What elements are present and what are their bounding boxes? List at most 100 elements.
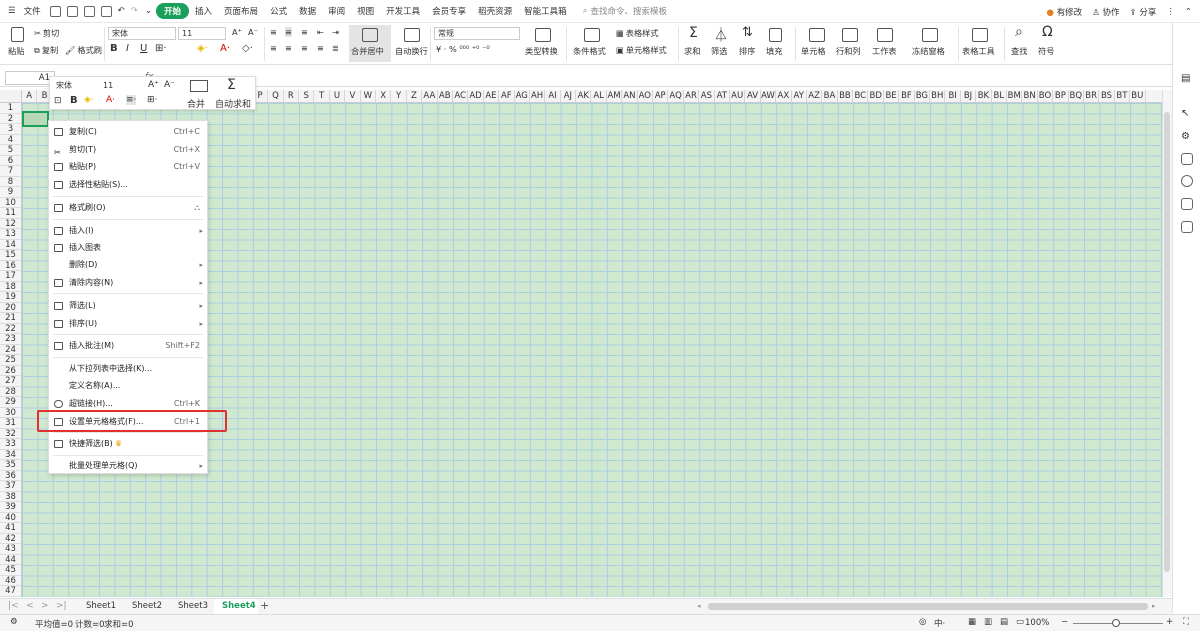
column-header[interactable]: A (22, 90, 38, 102)
number-format-select[interactable]: 常规 (434, 27, 520, 40)
column-header[interactable]: BF (899, 90, 915, 102)
properties-icon[interactable]: ⚙ (1181, 131, 1193, 143)
column-header[interactable]: Y (391, 90, 407, 102)
row-header[interactable]: 45 (0, 565, 21, 576)
help-icon[interactable] (1181, 175, 1193, 187)
menu-item-quick-filter[interactable]: 快捷筛选(B) ♛ (49, 437, 207, 451)
row-header[interactable]: 26 (0, 366, 21, 376)
zoom-level[interactable]: 100% (1025, 618, 1049, 628)
table-style-button[interactable]: ▦ 表格样式 (616, 27, 659, 39)
freeze-button[interactable]: 冻结窗格 (912, 45, 945, 57)
collab-button[interactable]: ♙ 协作 (1092, 6, 1119, 18)
name-box[interactable]: A1 (5, 71, 55, 85)
print-preview-icon[interactable] (100, 5, 112, 17)
row-header[interactable]: 11 (0, 208, 21, 219)
more-icon[interactable]: ⋮ (1166, 7, 1175, 17)
column-header[interactable]: AR (684, 90, 700, 102)
row-header[interactable]: 46 (0, 576, 21, 586)
page-layout-view-icon[interactable]: ▥ (984, 617, 992, 627)
menu-item-hyperlink[interactable]: 超链接(H)... Ctrl+K (49, 397, 207, 411)
tab-smart-tools[interactable]: 智能工具箱 (518, 5, 573, 17)
menu-item-paste[interactable]: 粘贴(P) Ctrl+V (49, 160, 207, 174)
row-header[interactable]: 4 (0, 135, 21, 145)
italic-button[interactable]: I (126, 43, 129, 54)
column-header[interactable]: AU (730, 90, 746, 102)
copy-button[interactable]: ⧉ 复制 (34, 44, 58, 56)
menu-item-format-painter[interactable]: 格式刷(O) ⛬ (49, 201, 207, 215)
column-header[interactable]: BK (976, 90, 992, 102)
column-header[interactable]: X (376, 90, 392, 102)
fill-color-icon[interactable]: ◈· (197, 43, 208, 54)
column-header[interactable]: AT (715, 90, 730, 102)
row-header[interactable]: 31 (0, 418, 21, 429)
mini-fill-color-icon[interactable]: ◈· (84, 95, 94, 105)
font-name-select[interactable]: 宋体 (108, 27, 176, 40)
sheet-tab[interactable]: Sheet3 (178, 601, 208, 611)
table-tools-button[interactable]: 表格工具 (962, 45, 995, 57)
tab-member[interactable]: 会员专享 (426, 5, 472, 17)
find-button[interactable]: 查找 (1011, 45, 1027, 57)
number-symbols[interactable]: ¥ · % ⁰⁰⁰ ⁺⁰ ⁻⁰ (436, 44, 490, 54)
column-header[interactable]: AO (638, 90, 654, 102)
underline-button[interactable]: U (140, 43, 147, 54)
column-header[interactable]: BA (822, 90, 838, 102)
sort-icon[interactable]: ⇅ (742, 25, 753, 40)
zoom-in-icon[interactable]: + (1166, 617, 1173, 627)
row-header[interactable]: 41 (0, 523, 21, 534)
menu-item-cut[interactable]: ✂ 剪切(T) Ctrl+X (49, 143, 207, 157)
mini-grow-font-icon[interactable]: A⁺ (148, 80, 159, 90)
column-header[interactable]: Z (407, 90, 423, 102)
column-header[interactable]: BM (1007, 90, 1023, 102)
column-header[interactable]: AW (761, 90, 777, 102)
column-header[interactable]: BO (1038, 90, 1054, 102)
column-header[interactable]: BR (1084, 90, 1100, 102)
align-top-icon[interactable]: ≡ (270, 27, 277, 37)
column-header[interactable]: AL (591, 90, 607, 102)
add-sheet-icon[interactable]: + (260, 599, 269, 612)
first-sheet-icon[interactable]: |< (8, 601, 19, 611)
table-panel-icon[interactable] (1181, 153, 1193, 165)
column-header[interactable]: T (314, 90, 330, 102)
mini-font-color-icon[interactable]: A· (106, 95, 115, 105)
paste-icon[interactable] (11, 27, 24, 42)
selected-cell[interactable] (22, 111, 49, 127)
tab-view[interactable]: 视图 (351, 5, 380, 17)
filter-button[interactable]: 筛选 (711, 45, 727, 57)
select-tool-icon[interactable]: ↖ (1181, 108, 1193, 120)
tab-insert[interactable]: 插入 (189, 5, 218, 17)
column-header[interactable]: U (330, 90, 346, 102)
mini-bold-button[interactable]: B (70, 95, 78, 106)
find-icon[interactable]: ⌕ (1015, 24, 1023, 40)
column-header[interactable]: BG (915, 90, 931, 102)
column-header[interactable]: BB (838, 90, 854, 102)
menu-icon[interactable]: ☰ (0, 6, 18, 16)
menu-item-filter[interactable]: 筛选(L) ▸ (49, 299, 207, 313)
row-header[interactable]: 1 (0, 103, 21, 114)
column-header[interactable]: AD (468, 90, 484, 102)
menu-item-define-name[interactable]: 定义名称(A)... (49, 379, 207, 393)
menu-item-paste-special[interactable]: 选择性粘贴(S)... (49, 178, 207, 192)
image-panel-icon[interactable] (1181, 198, 1193, 210)
page-break-view-icon[interactable]: ▤ (1000, 617, 1008, 627)
row-header[interactable]: 15 (0, 250, 21, 261)
border-icon[interactable]: ⊞· (155, 43, 167, 54)
font-grow-icon[interactable]: A⁺ (232, 27, 242, 37)
column-header[interactable]: BC (853, 90, 869, 102)
row-header[interactable]: 16 (0, 261, 21, 271)
column-header[interactable]: AE (484, 90, 500, 102)
column-header[interactable]: BN (1022, 90, 1038, 102)
zoom-out-icon[interactable]: − (1061, 617, 1068, 627)
scroll-right-icon[interactable]: ▸ (1152, 602, 1156, 610)
row-header[interactable]: 10 (0, 198, 21, 208)
macro-icon[interactable]: ⚙ (10, 617, 18, 627)
column-header[interactable]: AP (653, 90, 669, 102)
table-tools-icon[interactable] (972, 28, 988, 42)
row-header[interactable]: 42 (0, 534, 21, 544)
bold-button[interactable]: B (110, 43, 118, 54)
collapse-ribbon-icon[interactable]: ⌃ (1185, 7, 1192, 17)
column-header[interactable]: R (284, 90, 300, 102)
row-header[interactable]: 22 (0, 324, 21, 334)
menu-item-batch[interactable]: 批量处理单元格(Q) ▸ (49, 459, 207, 473)
vertical-scroll-thumb[interactable] (1164, 112, 1170, 572)
symbol-button[interactable]: 符号 (1038, 45, 1054, 57)
